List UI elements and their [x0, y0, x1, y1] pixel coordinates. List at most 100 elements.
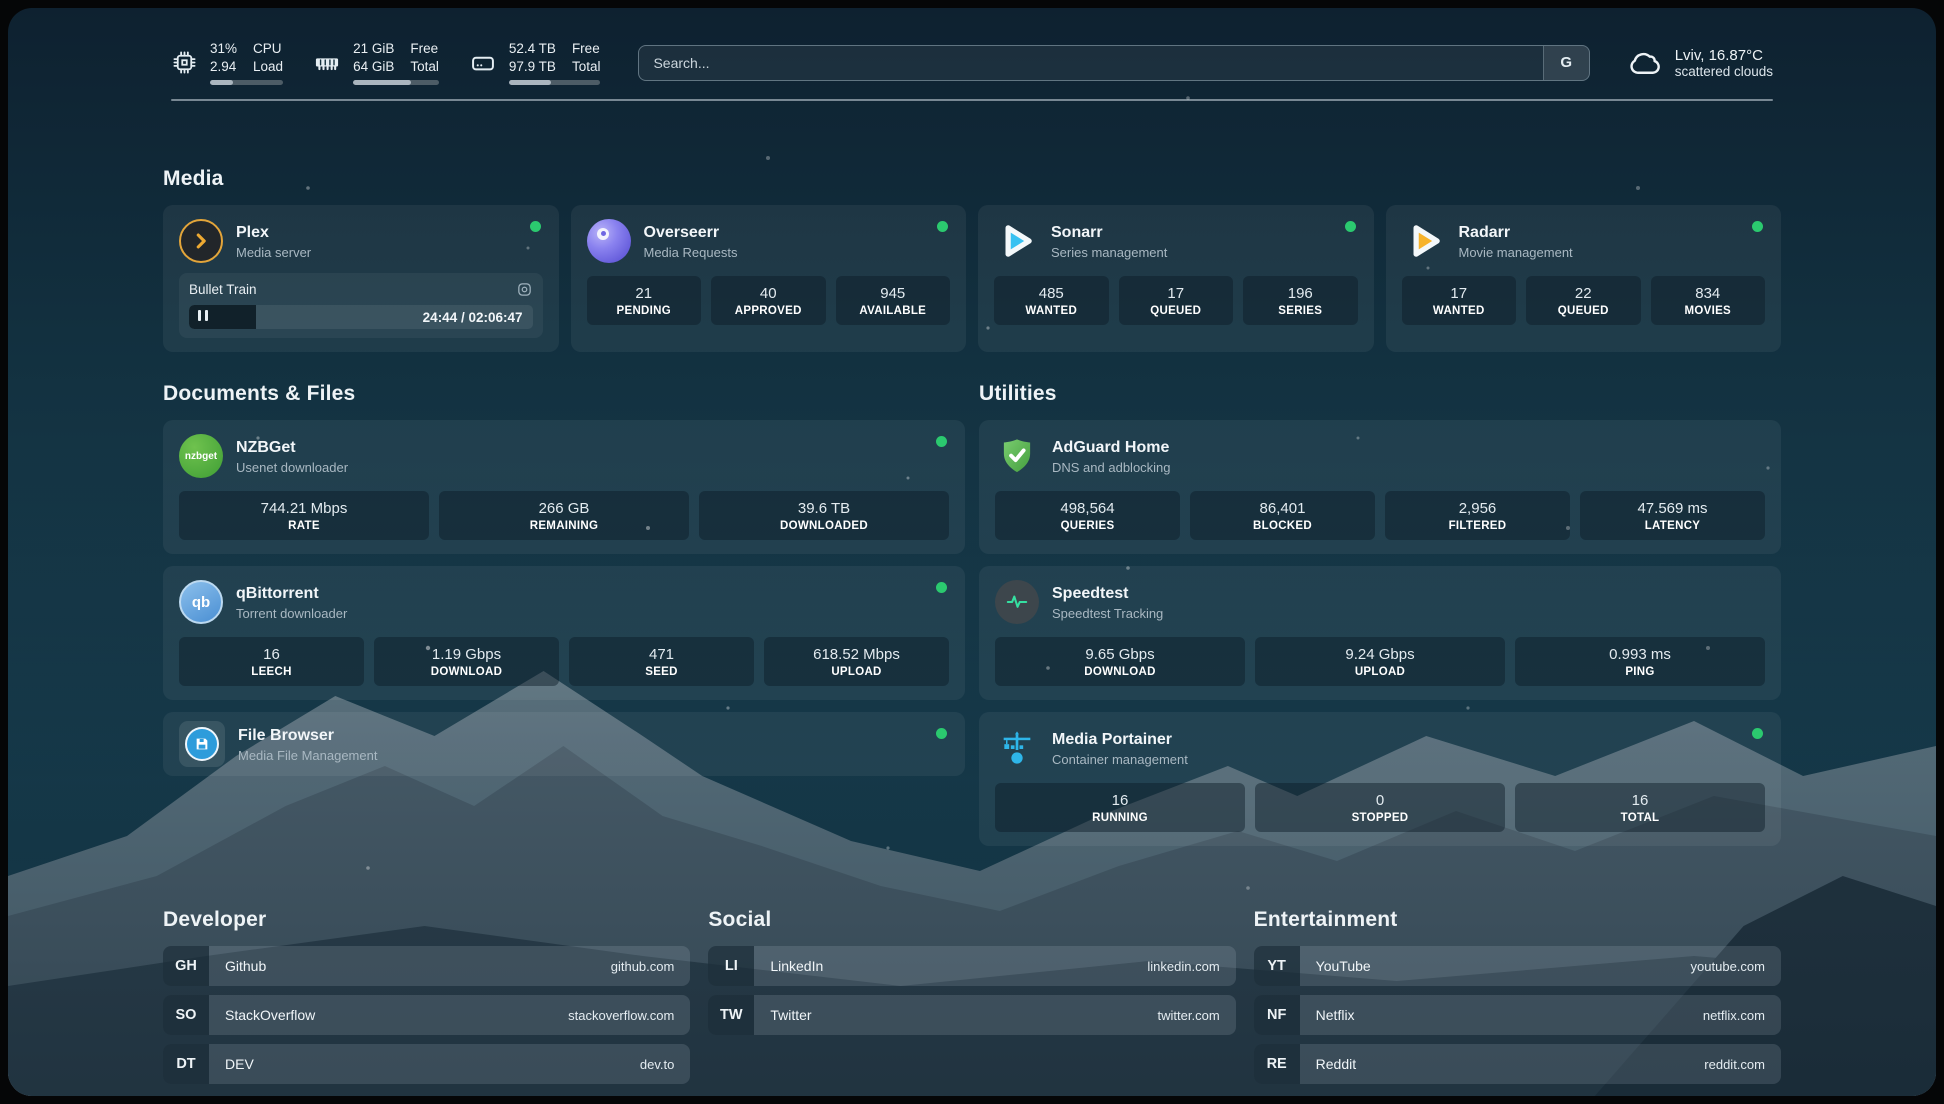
stat-value: 0.993 ms	[1519, 646, 1761, 663]
stat-tile: 498,564 QUERIES	[995, 491, 1180, 540]
stat-value: 945	[840, 285, 947, 302]
card-filebrowser[interactable]: File Browser Media File Management	[163, 712, 965, 776]
stat-value: 39.6 TB	[703, 500, 945, 517]
card-plex[interactable]: Plex Media server Bullet Train	[163, 205, 559, 352]
bookmark-name: StackOverflow	[225, 1007, 315, 1023]
stat-tile: 21 PENDING	[587, 276, 702, 325]
section-title-media: Media	[163, 167, 1781, 191]
search-engine-button[interactable]: G	[1543, 46, 1589, 80]
stat-label: UPLOAD	[1259, 666, 1501, 678]
service-subtitle: Usenet downloader	[236, 460, 348, 475]
stat-label: WANTED	[998, 305, 1105, 317]
bookmark-abbr: DT	[163, 1044, 209, 1084]
stat-label: TOTAL	[1519, 812, 1761, 824]
search-bar: G	[638, 45, 1589, 81]
bookmark-abbr: GH	[163, 946, 209, 986]
header-divider	[171, 99, 1773, 101]
cloud-icon	[1628, 45, 1664, 81]
bookmark-url: netflix.com	[1703, 1008, 1765, 1023]
stat-label: BLOCKED	[1194, 520, 1371, 532]
weather-widget: Lviv, 16.87°C scattered clouds	[1628, 45, 1773, 81]
bookmark-link[interactable]: DT DEV dev.to	[163, 1044, 690, 1084]
bookmark-name: Twitter	[770, 1007, 811, 1023]
stat-value: 498,564	[999, 500, 1176, 517]
bookmark-link[interactable]: GH Github github.com	[163, 946, 690, 986]
card-overseerr[interactable]: Overseerr Media Requests 21 PENDING	[571, 205, 967, 352]
ram-icon	[313, 49, 341, 77]
bookmark-link[interactable]: TW Twitter twitter.com	[708, 995, 1235, 1035]
stat-tile: 266 GB REMAINING	[439, 491, 689, 540]
stat-tile: 39.6 TB DOWNLOADED	[699, 491, 949, 540]
bookmark-name: YouTube	[1316, 958, 1371, 974]
search-input[interactable]	[639, 46, 1542, 80]
portainer-icon	[995, 726, 1039, 770]
card-sonarr[interactable]: Sonarr Series management 485 WANTED	[978, 205, 1374, 352]
session-info-icon[interactable]	[516, 281, 533, 298]
card-nzbget[interactable]: nzbget NZBGet Usenet downloader 744.21 M…	[163, 420, 965, 554]
stat-value: 618.52 Mbps	[768, 646, 945, 663]
service-name: NZBGet	[236, 438, 348, 458]
pause-icon[interactable]	[198, 308, 208, 326]
cpu-icon	[171, 49, 198, 76]
stat-tile: 16 TOTAL	[1515, 783, 1765, 832]
card-portainer[interactable]: Media Portainer Container management 16 …	[979, 712, 1781, 846]
stat-value: 266 GB	[443, 500, 685, 517]
bookmark-link[interactable]: RE Reddit reddit.com	[1254, 1044, 1781, 1084]
stat-value: 16	[999, 792, 1241, 809]
stat-label: LATENCY	[1584, 520, 1761, 532]
bookmark-link[interactable]: NF Netflix netflix.com	[1254, 995, 1781, 1035]
stat-tile: 196 SERIES	[1243, 276, 1358, 325]
stat-tile: 471 SEED	[569, 637, 754, 686]
plex-now-playing: Bullet Train 24:44 / 02:06:47	[179, 273, 543, 338]
bookmark-abbr: RE	[1254, 1044, 1300, 1084]
stat-tile: 16 LEECH	[179, 637, 364, 686]
stat-value: 744.21 Mbps	[183, 500, 425, 517]
service-subtitle: Movie management	[1459, 245, 1573, 260]
stat-value: 22	[1530, 285, 1637, 302]
card-qbittorrent[interactable]: qb qBittorrent Torrent downloader 16	[163, 566, 965, 700]
service-subtitle: Series management	[1051, 245, 1167, 260]
section-title-documents: Documents & Files	[163, 382, 965, 406]
section-title-developer: Developer	[163, 908, 690, 932]
stat-tile: 744.21 Mbps RATE	[179, 491, 429, 540]
bookmark-section-developer: Developer GH Github github.com	[163, 908, 690, 1084]
service-subtitle: DNS and adblocking	[1052, 460, 1171, 475]
stat-label: WANTED	[1406, 305, 1513, 317]
weather-condition: scattered clouds	[1675, 64, 1773, 79]
bookmark-abbr: LI	[708, 946, 754, 986]
section-title-entertainment: Entertainment	[1254, 908, 1781, 932]
top-bar: 31% 2.94 CPU Load	[163, 30, 1781, 85]
stat-label: PENDING	[591, 305, 698, 317]
stat-label: QUEUED	[1530, 305, 1637, 317]
stat-tile: 9.65 Gbps DOWNLOAD	[995, 637, 1245, 686]
bookmark-abbr: YT	[1254, 946, 1300, 986]
stat-tile: 17 WANTED	[1402, 276, 1517, 325]
stat-value: 86,401	[1194, 500, 1371, 517]
stat-value: 0	[1259, 792, 1501, 809]
stat-tile: 618.52 Mbps UPLOAD	[764, 637, 949, 686]
dashboard-window: 31% 2.94 CPU Load	[8, 8, 1936, 1096]
ram-usage-bar	[353, 80, 439, 85]
card-adguard[interactable]: AdGuard Home DNS and adblocking 498,564 …	[979, 420, 1781, 554]
bookmark-link[interactable]: SO StackOverflow stackoverflow.com	[163, 995, 690, 1035]
bookmark-link[interactable]: LI LinkedIn linkedin.com	[708, 946, 1235, 986]
sonarr-icon	[994, 219, 1038, 263]
bookmark-url: dev.to	[640, 1057, 674, 1072]
card-speedtest[interactable]: Speedtest Speedtest Tracking 9.65 Gbps D…	[979, 566, 1781, 700]
stat-tile: 2,956 FILTERED	[1385, 491, 1570, 540]
bookmark-name: Reddit	[1316, 1056, 1356, 1072]
service-name: Speedtest	[1052, 584, 1163, 604]
service-subtitle: Speedtest Tracking	[1052, 606, 1163, 621]
nzbget-icon: nzbget	[179, 434, 223, 478]
stat-label: DOWNLOADED	[703, 520, 945, 532]
stat-value: 196	[1247, 285, 1354, 302]
card-radarr[interactable]: Radarr Movie management 17 WANTED	[1386, 205, 1782, 352]
bookmark-link[interactable]: YT YouTube youtube.com	[1254, 946, 1781, 986]
section-title-utilities: Utilities	[979, 382, 1781, 406]
service-subtitle: Media server	[236, 245, 311, 260]
stat-tile: 40 APPROVED	[711, 276, 826, 325]
cpu-usage-bar	[210, 80, 283, 85]
playback-time: 24:44 / 02:06:47	[423, 305, 523, 329]
playback-progress-bar: 24:44 / 02:06:47	[189, 305, 533, 329]
bookmark-url: reddit.com	[1704, 1057, 1765, 1072]
